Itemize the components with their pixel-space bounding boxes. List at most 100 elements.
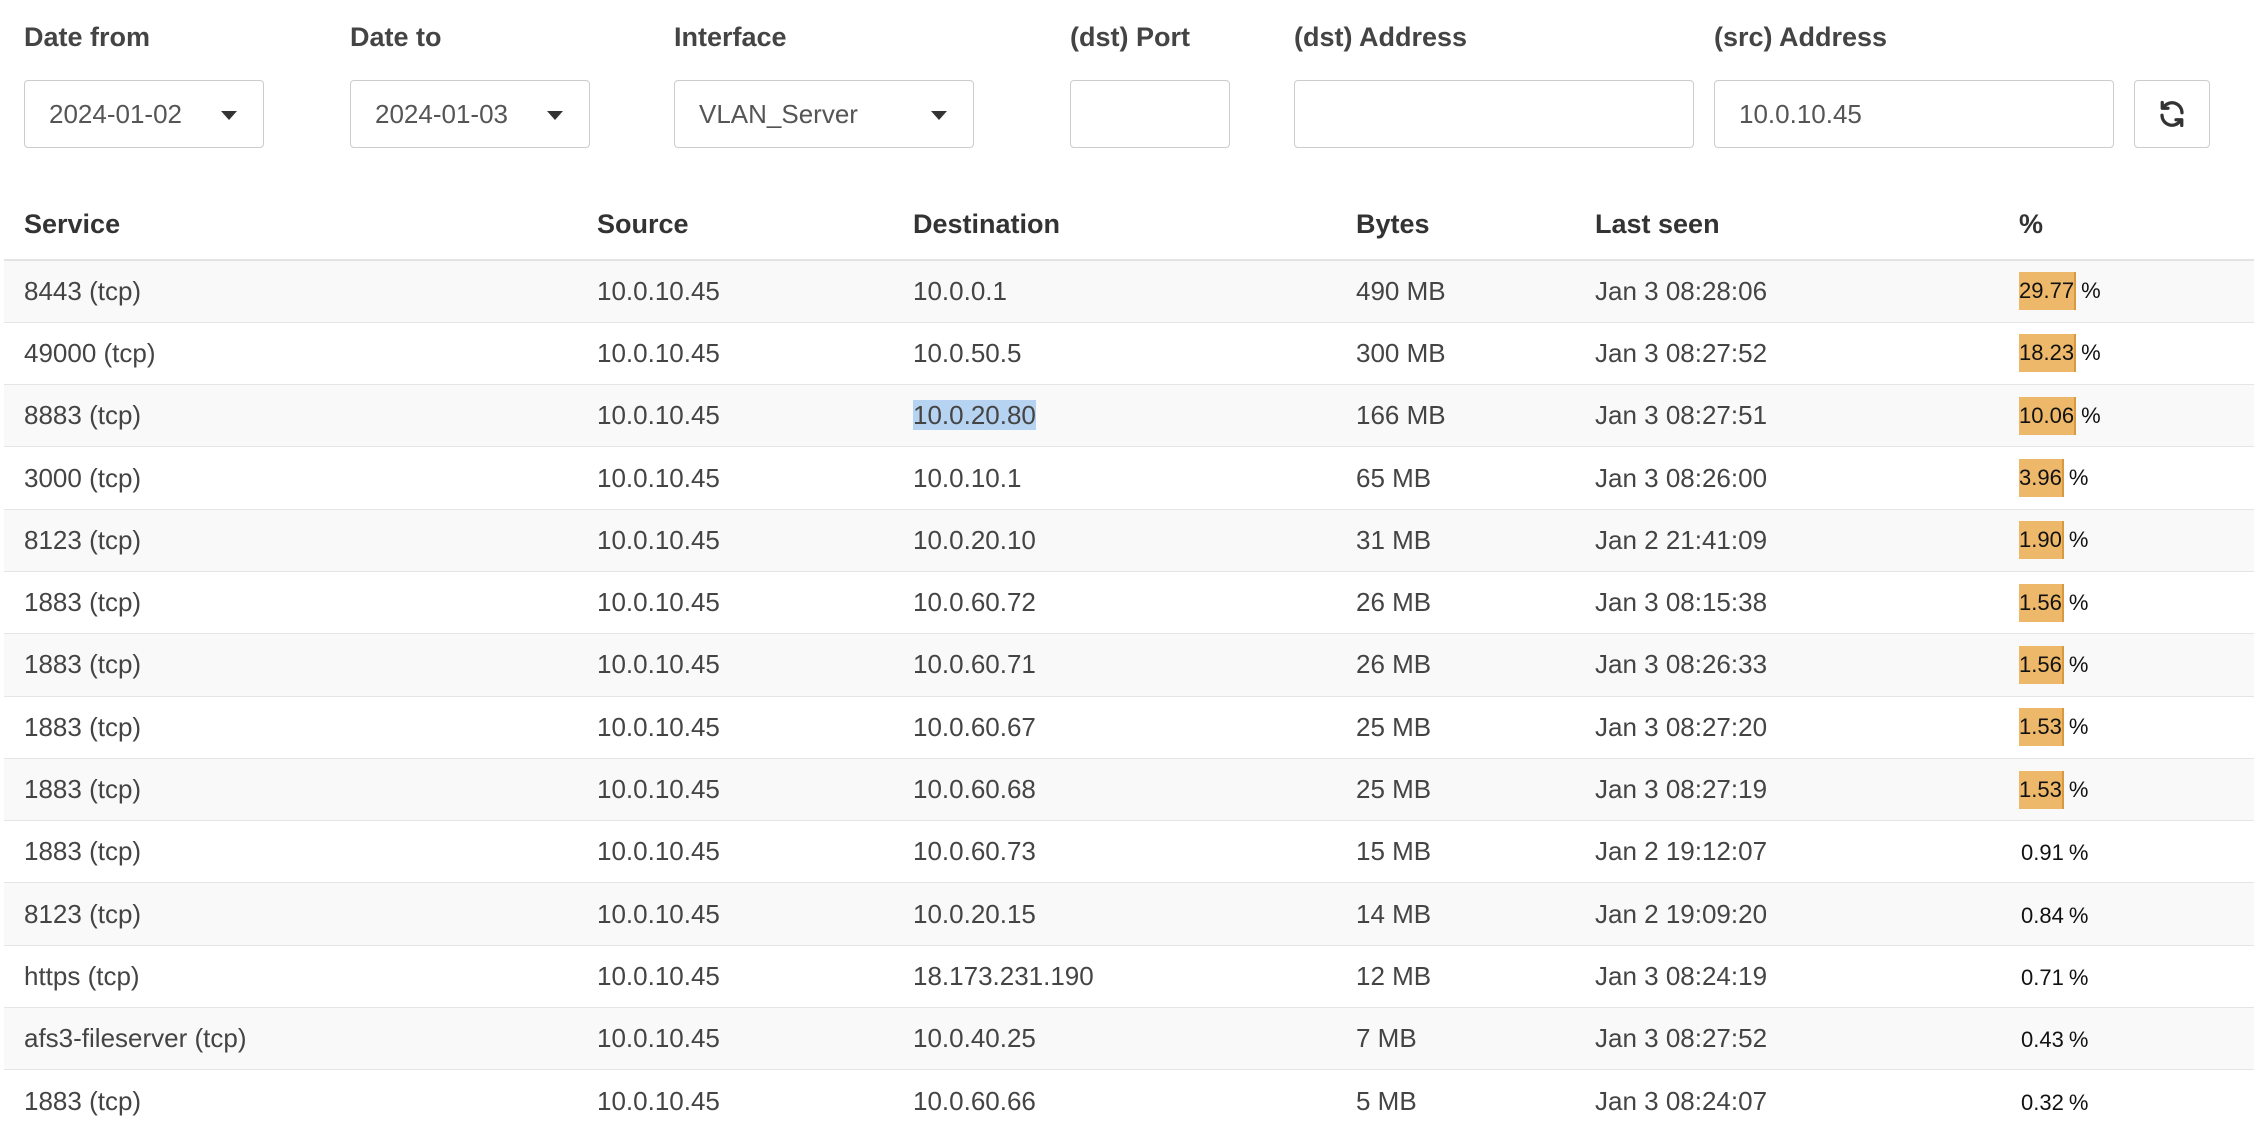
table-row[interactable]: 1883 (tcp) 10.0.10.45 10.0.60.73 15 MB Jan 2… xyxy=(4,820,2254,884)
bytes-text: 65 MB xyxy=(1356,462,1432,493)
percent-unit: % xyxy=(2081,340,2101,366)
cell-source: 10.0.10.45 xyxy=(577,633,893,697)
date-to-select[interactable]: 2024-01-03 xyxy=(350,80,590,148)
column-header-source[interactable]: Source xyxy=(577,190,893,261)
cell-service: https (tcp) xyxy=(4,945,577,1009)
percent-bar: 1.56 xyxy=(2019,645,2064,684)
bytes-text: 490 MB xyxy=(1356,275,1446,306)
percent-display: 29.77% xyxy=(2019,272,2101,311)
table-row[interactable]: 8443 (tcp) 10.0.10.45 10.0.0.1 490 MB Jan 3 … xyxy=(4,260,2254,323)
service-text: afs3-fileserver (tcp) xyxy=(24,1023,247,1054)
cell-source: 10.0.10.45 xyxy=(577,571,893,635)
percent-unit: % xyxy=(2068,840,2089,866)
table-row[interactable]: https (tcp) 10.0.10.45 18.173.231.190 12 MB… xyxy=(4,945,2254,1009)
src-address-input[interactable] xyxy=(1739,81,2113,147)
cell-last-seen: Jan 2 19:12:07 xyxy=(1575,820,1999,884)
bytes-text: 31 MB xyxy=(1356,524,1432,555)
percent-display: 0.43% xyxy=(2019,1027,2088,1053)
service-text: 1883 (tcp) xyxy=(24,1085,142,1116)
destination-text: 10.0.10.1 xyxy=(913,462,1022,493)
destination-text: 10.0.0.1 xyxy=(913,275,1007,306)
date-from-select[interactable]: 2024-01-02 xyxy=(24,80,264,148)
column-header-service[interactable]: Service xyxy=(4,190,577,261)
cell-last-seen: Jan 3 08:27:52 xyxy=(1575,322,1999,386)
bytes-text: 12 MB xyxy=(1356,960,1432,991)
cell-service: 1883 (tcp) xyxy=(4,571,577,635)
cell-last-seen: Jan 3 08:26:00 xyxy=(1575,446,1999,510)
cell-source: 10.0.10.45 xyxy=(577,882,893,946)
chevron-down-icon xyxy=(931,111,947,120)
destination-text: 10.0.60.71 xyxy=(913,649,1036,680)
percent-unit: % xyxy=(2068,465,2089,491)
cell-bytes: 12 MB xyxy=(1336,945,1575,1009)
refresh-button[interactable] xyxy=(2134,80,2210,148)
dst-address-input[interactable] xyxy=(1307,81,1693,147)
percent-value: 0.43 xyxy=(2021,1027,2064,1053)
cell-percent: 1.90% xyxy=(1999,509,2254,572)
service-text: 1883 (tcp) xyxy=(24,836,142,867)
cell-service: 1883 (tcp) xyxy=(4,1069,577,1124)
percent-display: 1.53% xyxy=(2019,770,2088,809)
table-row[interactable]: 8123 (tcp) 10.0.10.45 10.0.20.15 14 MB Jan 2… xyxy=(4,882,2254,946)
service-text: https (tcp) xyxy=(24,960,140,991)
cell-destination: 10.0.60.71 xyxy=(893,633,1336,697)
chevron-down-icon xyxy=(547,111,563,120)
percent-bar: 18.23 xyxy=(2019,334,2077,373)
cell-last-seen: Jan 3 08:27:20 xyxy=(1575,696,1999,759)
cell-source: 10.0.10.45 xyxy=(577,384,893,448)
column-header-destination[interactable]: Destination xyxy=(893,190,1336,261)
percent-bar: 29.77 xyxy=(2019,272,2077,311)
table-row[interactable]: 1883 (tcp) 10.0.10.45 10.0.60.68 25 MB Jan 3… xyxy=(4,758,2254,822)
cell-last-seen: Jan 3 08:28:06 xyxy=(1575,260,1999,323)
destination-text: 10.0.60.67 xyxy=(913,711,1036,742)
table-row[interactable]: afs3-fileserver (tcp) 10.0.10.45 10.0.40.2… xyxy=(4,1007,2254,1071)
cell-percent: 0.71% xyxy=(1999,945,2254,1009)
cell-source: 10.0.10.45 xyxy=(577,322,893,386)
table-row[interactable]: 1883 (tcp) 10.0.10.45 10.0.60.67 25 MB Jan 3… xyxy=(4,696,2254,759)
cell-service: afs3-fileserver (tcp) xyxy=(4,1007,577,1071)
percent-value: 0.91 xyxy=(2021,840,2064,866)
src-address-label: (src) Address xyxy=(1714,22,1888,52)
percent-value: 0.71 xyxy=(2021,964,2064,990)
table-row[interactable]: 1883 (tcp) 10.0.10.45 10.0.60.71 26 MB Jan 3… xyxy=(4,633,2254,697)
interface-value: VLAN_Server xyxy=(699,98,858,129)
cell-service: 8123 (tcp) xyxy=(4,509,577,572)
interface-select[interactable]: VLAN_Server xyxy=(674,80,974,148)
cell-bytes: 490 MB xyxy=(1336,260,1575,323)
dst-port-input[interactable] xyxy=(1083,81,1229,147)
cell-bytes: 5 MB xyxy=(1336,1069,1575,1124)
table-row[interactable]: 8883 (tcp) 10.0.10.45 10.0.20.80 166 MB Jan … xyxy=(4,384,2254,448)
destination-text: 10.0.20.80 xyxy=(913,400,1036,431)
cell-source: 10.0.10.45 xyxy=(577,509,893,572)
cell-bytes: 31 MB xyxy=(1336,509,1575,572)
cell-service: 1883 (tcp) xyxy=(4,696,577,759)
bytes-text: 7 MB xyxy=(1356,1023,1417,1054)
destination-text: 10.0.60.73 xyxy=(913,836,1036,867)
percent-unit: % xyxy=(2068,714,2089,740)
column-header-last-seen[interactable]: Last seen xyxy=(1575,190,1999,261)
traffic-table: Service Source Destination Bytes Last se… xyxy=(4,190,2254,1124)
cell-percent: 10.06% xyxy=(1999,384,2254,448)
source-text: 10.0.10.45 xyxy=(597,275,720,306)
table-row[interactable]: 8123 (tcp) 10.0.10.45 10.0.20.10 31 MB Jan 2… xyxy=(4,509,2254,572)
column-header-percent[interactable]: % xyxy=(1999,190,2254,261)
table-row[interactable]: 49000 (tcp) 10.0.10.45 10.0.50.5 300 MB Jan … xyxy=(4,322,2254,386)
chevron-down-icon xyxy=(221,111,237,120)
destination-text: 10.0.20.15 xyxy=(913,898,1036,929)
table-row[interactable]: 1883 (tcp) 10.0.10.45 10.0.60.66 5 MB Jan 3 … xyxy=(4,1069,2254,1124)
traffic-table-wrapper: Service Source Destination Bytes Last se… xyxy=(4,190,2258,1124)
service-text: 1883 (tcp) xyxy=(24,711,142,742)
bytes-text: 14 MB xyxy=(1356,898,1432,929)
cell-last-seen: Jan 3 08:27:51 xyxy=(1575,384,1999,448)
cell-destination: 10.0.60.67 xyxy=(893,696,1336,759)
percent-unit: % xyxy=(2068,651,2089,677)
destination-text: 10.0.60.68 xyxy=(913,774,1036,805)
column-header-bytes[interactable]: Bytes xyxy=(1336,190,1575,261)
interface-label: Interface xyxy=(674,22,787,52)
cell-bytes: 7 MB xyxy=(1336,1007,1575,1071)
cell-source: 10.0.10.45 xyxy=(577,1069,893,1124)
src-address-input-wrap xyxy=(1714,80,2114,148)
table-row[interactable]: 1883 (tcp) 10.0.10.45 10.0.60.72 26 MB Jan 3… xyxy=(4,571,2254,635)
source-text: 10.0.10.45 xyxy=(597,1085,720,1116)
table-row[interactable]: 3000 (tcp) 10.0.10.45 10.0.10.1 65 MB Jan 3 … xyxy=(4,446,2254,510)
